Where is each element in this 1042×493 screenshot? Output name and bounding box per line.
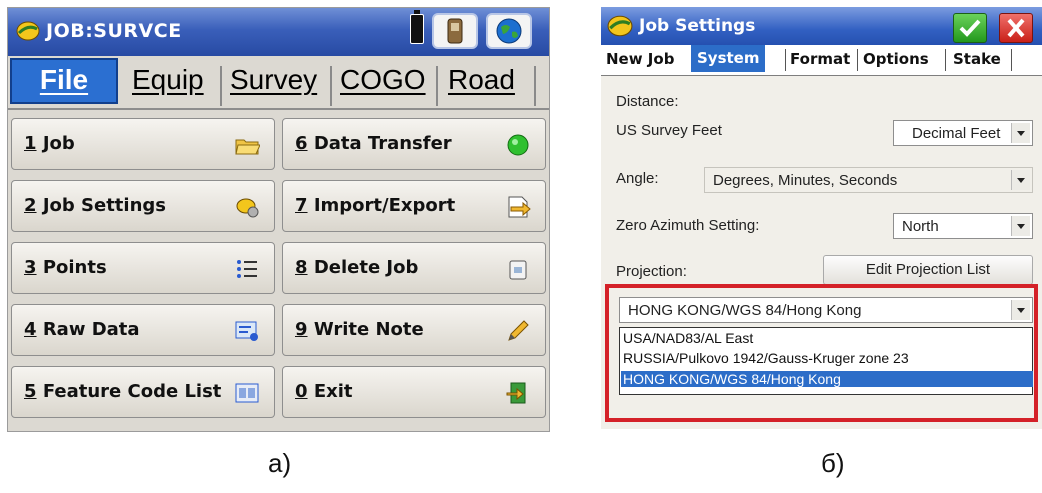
raw-data-icon (235, 321, 258, 341)
title-bar: JOB:SURVCE (8, 8, 549, 56)
job-hotkey: 1 (24, 133, 37, 154)
caption-a: a) (268, 448, 292, 478)
write-note-hotkey: 9 (295, 319, 308, 340)
tab-separator (945, 49, 946, 71)
ok-button[interactable] (953, 13, 987, 43)
tab-separator (785, 49, 786, 71)
zero-azimuth-label: Zero Azimuth Setting: (616, 217, 760, 234)
distance-units-value: Decimal Feet (912, 125, 1001, 142)
folder-icon (235, 139, 260, 155)
tab-cogo[interactable]: COGO (340, 64, 426, 104)
job-settings-window: Job Settings New Job System Format Optio… (601, 7, 1042, 429)
main-menu-window: JOB:SURVCE File Equip Survey COGO Road 1 (7, 7, 550, 432)
tab-file[interactable]: File (10, 58, 118, 104)
tab-separator (436, 66, 438, 106)
job-settings-label: Job Settings (42, 195, 166, 216)
write-note-label: Write Note (313, 319, 424, 340)
green-dot-icon (507, 134, 529, 156)
exit-button[interactable]: 0 Exit (282, 366, 546, 418)
window-title: JOB:SURVCE (46, 20, 182, 42)
distance-units-label: US Survey Feet (616, 122, 722, 139)
import-export-button[interactable]: 7 Import/Export (282, 180, 546, 232)
angle-label: Angle: (616, 170, 659, 187)
angle-value: Degrees, Minutes, Seconds (713, 172, 898, 189)
dropdown-arrow-icon[interactable] (1011, 170, 1030, 190)
tab-equip[interactable]: Equip (132, 64, 204, 104)
tab-system[interactable]: System (691, 45, 766, 72)
tab-stake[interactable]: Stake (953, 50, 1001, 68)
exit-door-icon (506, 382, 526, 404)
data-transfer-button[interactable]: 6 Data Transfer (282, 118, 546, 170)
instrument-button[interactable] (432, 13, 478, 49)
write-note-button[interactable]: 9 Write Note (282, 304, 546, 356)
survce-logo-icon (16, 21, 40, 41)
feature-code-list-button[interactable]: 5 Feature Code List (11, 366, 275, 418)
caption-b: б) (821, 448, 845, 478)
settings-tabs: New Job System Format Options Stake (601, 45, 1042, 76)
trash-icon (509, 260, 527, 280)
job-button[interactable]: 1 Job (11, 118, 275, 170)
tab-separator (220, 66, 222, 106)
tab-options[interactable]: Options (863, 50, 929, 68)
list-icon (237, 260, 257, 278)
data-transfer-label: Data Transfer (313, 133, 452, 154)
distance-units-select[interactable]: Decimal Feet (893, 120, 1033, 146)
battery-icon (410, 10, 424, 44)
tab-format[interactable]: Format (790, 50, 850, 68)
checkmark-icon (959, 19, 981, 37)
points-hotkey: 3 (24, 257, 37, 278)
raw-data-label: Raw Data (42, 319, 140, 340)
dropdown-arrow-icon[interactable] (1011, 216, 1030, 236)
job-settings-icon (236, 198, 259, 218)
feature-code-hotkey: 5 (24, 381, 37, 402)
job-settings-hotkey: 2 (24, 195, 37, 216)
tab-separator (330, 66, 332, 106)
delete-job-hotkey: 8 (295, 257, 308, 278)
tab-separator (857, 49, 858, 71)
import-export-icon (508, 196, 531, 218)
tab-separator (534, 66, 536, 106)
import-export-hotkey: 7 (295, 195, 308, 216)
highlight-box (605, 284, 1038, 422)
edit-projection-list-button[interactable]: Edit Projection List (823, 255, 1033, 285)
tab-new-job[interactable]: New Job (606, 50, 674, 68)
delete-job-label: Delete Job (313, 257, 419, 278)
delete-job-button[interactable]: 8 Delete Job (282, 242, 546, 294)
job-label: Job (42, 133, 75, 154)
job-settings-button[interactable]: 2 Job Settings (11, 180, 275, 232)
code-list-icon (235, 383, 259, 403)
zero-azimuth-value: North (902, 218, 939, 235)
raw-data-hotkey: 4 (24, 319, 37, 340)
survce-logo-icon (607, 15, 633, 37)
import-export-label: Import/Export (313, 195, 456, 216)
title-bar: Job Settings (601, 7, 1042, 45)
data-transfer-hotkey: 6 (295, 133, 308, 154)
pencil-icon (508, 320, 529, 341)
projection-label: Projection: (616, 263, 687, 280)
instrument-icon (447, 18, 463, 44)
angle-select[interactable]: Degrees, Minutes, Seconds (704, 167, 1033, 193)
window-title: Job Settings (639, 16, 756, 36)
tab-survey[interactable]: Survey (230, 64, 317, 104)
exit-hotkey: 0 (295, 381, 308, 402)
zero-azimuth-select[interactable]: North (893, 213, 1033, 239)
exit-label: Exit (313, 381, 353, 402)
globe-button[interactable] (486, 13, 532, 49)
feature-code-label: Feature Code List (42, 381, 222, 402)
menu-tabs: File Equip Survey COGO Road (8, 56, 549, 110)
close-icon (1007, 18, 1025, 38)
points-button[interactable]: 3 Points (11, 242, 275, 294)
distance-label: Distance: (616, 93, 679, 110)
close-button[interactable] (999, 13, 1033, 43)
raw-data-button[interactable]: 4 Raw Data (11, 304, 275, 356)
tab-separator (1011, 49, 1012, 71)
globe-icon (496, 18, 522, 44)
tab-road[interactable]: Road (448, 64, 515, 104)
dropdown-arrow-icon[interactable] (1011, 123, 1030, 143)
points-label: Points (42, 257, 107, 278)
